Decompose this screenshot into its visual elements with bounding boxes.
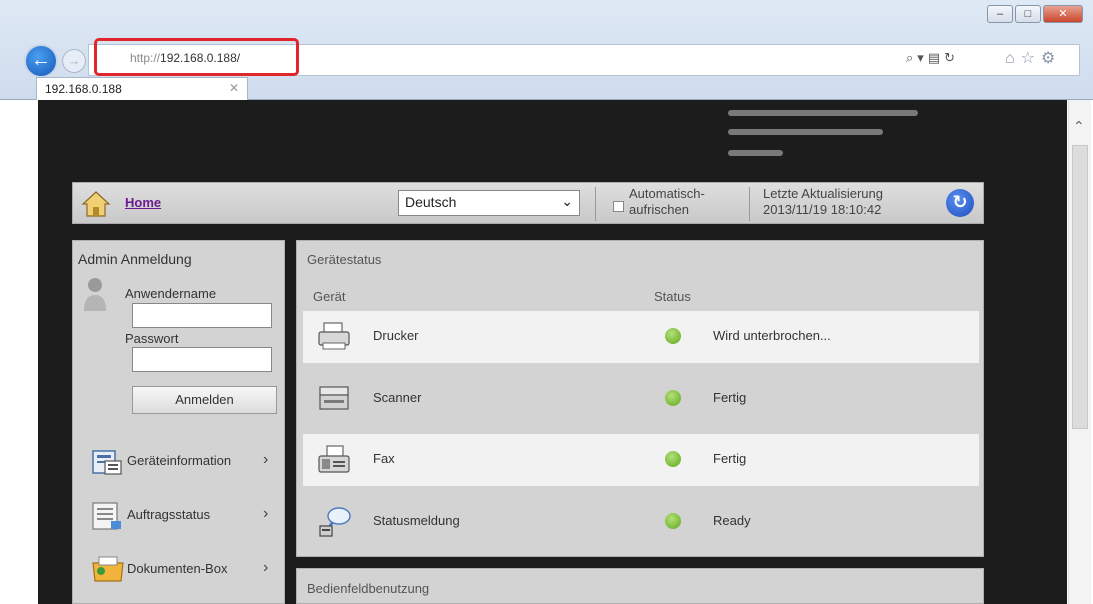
top-toolbar: Home Deutsch ⌄ Automatisch-aufrischen Le… xyxy=(72,182,984,224)
back-arrow-icon: ← xyxy=(31,49,51,71)
username-label: Anwendername xyxy=(125,286,217,301)
column-header-device: Gerät xyxy=(313,289,346,304)
left-panel: Admin Anmeldung Anwendername Passwort An… xyxy=(72,240,285,604)
login-button[interactable]: Anmelden xyxy=(132,386,277,414)
forward-button[interactable]: → xyxy=(62,49,86,73)
panel-usage: Bedienfeldbenutzung xyxy=(296,568,984,604)
last-update-label: Letzte Aktualisierung xyxy=(763,186,883,201)
scroll-up-icon[interactable]: ⌃ xyxy=(1073,118,1085,135)
auto-refresh-checkbox[interactable] xyxy=(613,201,624,212)
scanner-icon xyxy=(319,386,349,410)
tab-close-icon[interactable]: ✕ xyxy=(229,81,239,95)
device-state: Ready xyxy=(713,513,751,528)
blurred-device-info xyxy=(728,110,918,116)
close-button[interactable]: ✕ xyxy=(1043,5,1083,23)
job-status-icon xyxy=(92,502,121,530)
language-select[interactable]: Deutsch ⌄ xyxy=(398,190,580,216)
browser-tab[interactable]: 192.168.0.188 ✕ xyxy=(36,77,248,100)
menu-label: Dokumenten-Box xyxy=(127,561,228,576)
status-row-fax[interactable]: Fax Fertig xyxy=(303,434,979,486)
device-name: Scanner xyxy=(373,390,422,405)
status-message-icon xyxy=(319,507,351,537)
refresh-button[interactable]: ↻ xyxy=(946,189,974,217)
forward-arrow-icon: → xyxy=(67,53,81,68)
device-name: Fax xyxy=(373,451,395,466)
favorites-star-icon[interactable]: ☆ xyxy=(1021,50,1041,67)
status-indicator-icon xyxy=(665,513,681,529)
menu-item-job-status[interactable]: Auftragsstatus › xyxy=(91,495,281,535)
page-viewport: ⌃ Home Deutsch ⌄ Automatisch-aufrischen … xyxy=(0,100,1093,604)
minimize-button[interactable]: – xyxy=(987,5,1013,23)
browser-tool-icons: ⌂☆⚙ xyxy=(1005,48,1061,68)
device-status-panel: Gerätestatus Gerät Status Drucker Wird u… xyxy=(296,240,984,557)
home-icon[interactable] xyxy=(81,190,111,218)
scroll-thumb[interactable] xyxy=(1072,145,1088,429)
document-box-icon xyxy=(92,556,124,582)
toolbar-divider xyxy=(749,187,750,221)
tab-title: 192.168.0.188 xyxy=(45,82,122,96)
device-name: Statusmeldung xyxy=(373,513,460,528)
reload-icon[interactable]: ↻ xyxy=(944,50,959,65)
last-update-time: 2013/11/19 18:10:42 xyxy=(763,202,882,217)
panel-usage-title: Bedienfeldbenutzung xyxy=(307,581,430,596)
toolbar-divider xyxy=(595,187,596,221)
status-row-scanner[interactable]: Scanner Fertig xyxy=(303,373,979,425)
device-name: Drucker xyxy=(373,328,419,343)
compat-view-icon[interactable]: ▤ xyxy=(928,50,944,65)
menu-label: Auftragsstatus xyxy=(127,507,211,522)
maximize-button[interactable]: □ xyxy=(1015,5,1041,23)
status-indicator-icon xyxy=(665,451,681,467)
username-input[interactable] xyxy=(132,303,272,328)
fax-icon xyxy=(318,445,350,473)
password-input[interactable] xyxy=(132,347,272,372)
status-row-status-message[interactable]: Statusmeldung Ready xyxy=(303,496,979,548)
status-indicator-icon xyxy=(665,390,681,406)
menu-item-device-info[interactable]: Geräteinformation › xyxy=(91,441,281,481)
device-state: Fertig xyxy=(713,451,747,466)
blurred-device-info xyxy=(728,129,883,135)
vertical-scrollbar[interactable]: ⌃ xyxy=(1068,100,1091,604)
blurred-device-info xyxy=(728,150,783,156)
refresh-icon: ↻ xyxy=(952,192,968,212)
column-header-status: Status xyxy=(654,289,691,304)
last-update: Letzte Aktualisierung 2013/11/19 18:10:4… xyxy=(763,186,923,218)
device-status-title: Gerätestatus xyxy=(307,252,382,267)
language-value: Deutsch xyxy=(405,194,457,210)
chevron-right-icon: › xyxy=(263,559,269,576)
status-indicator-icon xyxy=(665,328,681,344)
home-link[interactable]: Home xyxy=(125,195,161,210)
dropdown-icon[interactable]: ▾ xyxy=(917,50,928,65)
chevron-down-icon: ⌄ xyxy=(561,193,573,209)
menu-item-document-box[interactable]: Dokumenten-Box › xyxy=(91,549,281,589)
home-browser-icon[interactable]: ⌂ xyxy=(1005,50,1021,67)
user-icon xyxy=(84,278,106,311)
device-state: Fertig xyxy=(713,390,747,405)
search-icon[interactable]: ⌕ xyxy=(906,50,917,65)
menu-label: Geräteinformation xyxy=(127,453,232,468)
password-label: Passwort xyxy=(125,331,179,346)
admin-login-title: Admin Anmeldung xyxy=(78,251,192,267)
device-info-icon xyxy=(92,450,122,475)
chevron-right-icon: › xyxy=(263,451,269,468)
address-bar-icons: ⌕▾▤↻ xyxy=(906,50,959,66)
url-highlight-box xyxy=(94,38,299,76)
device-state: Wird unterbrochen... xyxy=(713,328,831,343)
settings-gear-icon[interactable]: ⚙ xyxy=(1041,50,1061,67)
back-button[interactable]: ← xyxy=(24,44,58,78)
status-row-printer[interactable]: Drucker Wird unterbrochen... xyxy=(303,311,979,363)
browser-chrome: – □ ✕ ← → http://192.168.0.188/ ⌕▾▤↻ ⌂☆⚙… xyxy=(0,0,1093,100)
auto-refresh-label: Automatisch-aufrischen xyxy=(629,186,705,217)
window-controls: – □ ✕ xyxy=(987,5,1083,23)
chevron-right-icon: › xyxy=(263,505,269,522)
printer-icon xyxy=(318,322,350,350)
